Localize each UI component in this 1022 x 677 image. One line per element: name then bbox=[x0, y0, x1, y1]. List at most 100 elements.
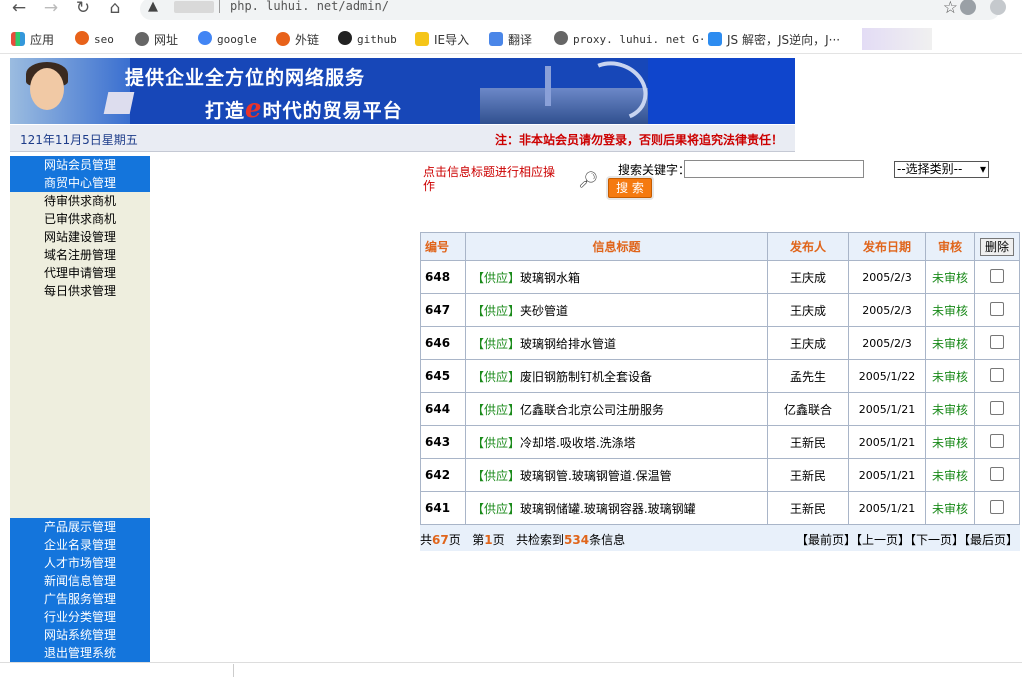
banner-tower bbox=[545, 66, 551, 106]
bookmark-js-decrypt[interactable]: JS 解密，JS逆向，J··· bbox=[708, 31, 840, 48]
bookmark-google[interactable]: google bbox=[198, 31, 257, 46]
sidebar-item-system[interactable]: 网站系统管理 bbox=[10, 626, 150, 644]
row-title[interactable]: 玻璃钢水箱 bbox=[520, 271, 580, 285]
row-status[interactable]: 未审核 bbox=[925, 491, 975, 525]
row-select bbox=[974, 458, 1020, 492]
globe-icon bbox=[554, 31, 568, 45]
globe-icon bbox=[135, 32, 149, 46]
sidebar-item-pending-supply[interactable]: 待审供求商机 bbox=[10, 192, 150, 210]
sidebar-item-news[interactable]: 新闻信息管理 bbox=[10, 572, 150, 590]
sidebar-item-categories[interactable]: 行业分类管理 bbox=[10, 608, 150, 626]
search-button[interactable]: 搜 索 bbox=[608, 178, 652, 198]
row-id: 645 bbox=[420, 359, 466, 393]
bookmark-backlinks[interactable]: 外链 bbox=[276, 31, 319, 48]
row-status[interactable]: 未审核 bbox=[925, 458, 975, 492]
address-bar[interactable]: ▲ php. luhui. net/admin/ bbox=[140, 0, 1000, 20]
backlinks-icon bbox=[276, 32, 290, 46]
row-checkbox[interactable] bbox=[990, 433, 1004, 448]
table-row: 646 【供应】玻璃钢给排水管道 王庆成 2005/2/3 未审核 bbox=[420, 326, 1020, 360]
back-icon[interactable]: ← bbox=[8, 0, 30, 18]
row-select bbox=[974, 392, 1020, 426]
sidebar-item-daily-supply[interactable]: 每日供求管理 bbox=[10, 282, 150, 300]
status-divider bbox=[0, 662, 1022, 663]
row-checkbox[interactable] bbox=[990, 301, 1004, 316]
row-title[interactable]: 夹砂管道 bbox=[520, 304, 568, 318]
bookmark-apps[interactable]: 应用 bbox=[11, 31, 54, 48]
row-id: 647 bbox=[420, 293, 466, 327]
row-title[interactable]: 玻璃钢给排水管道 bbox=[520, 337, 616, 351]
row-status[interactable]: 未审核 bbox=[925, 260, 975, 294]
row-title[interactable]: 玻璃钢管.玻璃钢管道.保温管 bbox=[520, 469, 672, 483]
row-title-link[interactable]: 【供应】冷却塔.吸收塔.洗涤塔 bbox=[465, 425, 768, 459]
divider bbox=[219, 0, 220, 13]
bookmark-proxy[interactable]: proxy. luhui. net G··· bbox=[554, 31, 719, 46]
bookmark-seo[interactable]: seo bbox=[75, 31, 114, 46]
row-status[interactable]: 未审核 bbox=[925, 425, 975, 459]
last-page-link[interactable]: 【最后页】 bbox=[964, 533, 1018, 547]
row-title[interactable]: 亿鑫联合北京公司注册服务 bbox=[520, 403, 664, 417]
search-input[interactable] bbox=[684, 160, 864, 178]
row-checkbox[interactable] bbox=[990, 400, 1004, 415]
reload-icon[interactable]: ↻ bbox=[72, 0, 94, 18]
bookmark-github[interactable]: github bbox=[338, 31, 397, 46]
row-title[interactable]: 废旧钢筋制钉机全套设备 bbox=[520, 370, 652, 384]
row-id: 641 bbox=[420, 491, 466, 525]
bookmark-ie-import[interactable]: IE导入 bbox=[415, 31, 469, 48]
row-checkbox[interactable] bbox=[990, 367, 1004, 382]
row-status[interactable]: 未审核 bbox=[925, 359, 975, 393]
row-title-link[interactable]: 【供应】玻璃钢给排水管道 bbox=[465, 326, 768, 360]
prev-page-link[interactable]: 【上一页】 bbox=[856, 533, 910, 547]
row-publisher: 王新民 bbox=[767, 491, 849, 525]
row-title[interactable]: 玻璃钢储罐.玻璃钢容器.玻璃钢罐 bbox=[520, 502, 696, 516]
forward-icon[interactable]: → bbox=[40, 0, 62, 18]
info-table: 编号 信息标题 发布人 发布日期 审核 删除 648 【供应】玻璃钢水箱 王庆成… bbox=[420, 232, 1020, 525]
sidebar-item-product-showcase[interactable]: 产品展示管理 bbox=[10, 518, 150, 536]
col-status: 审核 bbox=[925, 232, 975, 261]
sidebar-item-trade-center[interactable]: 商贸中心管理 bbox=[10, 174, 150, 192]
col-publisher: 发布人 bbox=[767, 232, 849, 261]
row-title-link[interactable]: 【供应】夹砂管道 bbox=[465, 293, 768, 327]
home-icon[interactable]: ⌂ bbox=[104, 0, 126, 18]
row-checkbox[interactable] bbox=[990, 499, 1004, 514]
sidebar-item-agent-apply[interactable]: 代理申请管理 bbox=[10, 264, 150, 282]
sidebar-item-logout[interactable]: 退出管理系统 bbox=[10, 644, 150, 662]
row-date: 2005/1/21 bbox=[848, 491, 926, 525]
sidebar-item-company-directory[interactable]: 企业名录管理 bbox=[10, 536, 150, 554]
row-title[interactable]: 冷却塔.吸收塔.洗涤塔 bbox=[520, 436, 636, 450]
first-page-link[interactable]: 【最前页】 bbox=[796, 533, 856, 547]
shield-icon[interactable] bbox=[990, 0, 1006, 15]
category-select[interactable]: --选择类别-- ▾ bbox=[894, 161, 989, 178]
row-checkbox[interactable] bbox=[990, 334, 1004, 349]
sidebar-item-domain-reg[interactable]: 域名注册管理 bbox=[10, 246, 150, 264]
current-date: 121年11月5日星期五 bbox=[20, 133, 138, 147]
row-checkbox[interactable] bbox=[990, 466, 1004, 481]
row-title-link[interactable]: 【供应】玻璃钢储罐.玻璃钢容器.玻璃钢罐 bbox=[465, 491, 768, 525]
star-icon[interactable]: ☆ bbox=[943, 0, 958, 18]
chevron-down-icon: ▾ bbox=[979, 162, 986, 176]
row-checkbox[interactable] bbox=[990, 268, 1004, 283]
sidebar-item-talent-market[interactable]: 人才市场管理 bbox=[10, 554, 150, 572]
delete-button[interactable]: 删除 bbox=[979, 237, 1014, 256]
sidebar-item-approved-supply[interactable]: 已审供求商机 bbox=[10, 210, 150, 228]
row-title-link[interactable]: 【供应】亿鑫联合北京公司注册服务 bbox=[465, 392, 768, 426]
sidebar-item-member-mgmt[interactable]: 网站会员管理 bbox=[10, 156, 150, 174]
banner-slogan-2: 打造e时代的贸易平台 bbox=[205, 94, 403, 124]
row-date: 2005/2/3 bbox=[848, 260, 926, 294]
not-secure-icon[interactable]: ▲ bbox=[148, 0, 158, 14]
sidebar-item-site-build[interactable]: 网站建设管理 bbox=[10, 228, 150, 246]
row-title-link[interactable]: 【供应】废旧钢筋制钉机全套设备 bbox=[465, 359, 768, 393]
github-icon bbox=[338, 31, 352, 45]
sidebar-item-ads[interactable]: 广告服务管理 bbox=[10, 590, 150, 608]
row-title-link[interactable]: 【供应】玻璃钢水箱 bbox=[465, 260, 768, 294]
row-title-link[interactable]: 【供应】玻璃钢管.玻璃钢管道.保温管 bbox=[465, 458, 768, 492]
translate-icon bbox=[489, 32, 503, 46]
row-status[interactable]: 未审核 bbox=[925, 326, 975, 360]
bookmark-urls[interactable]: 网址 bbox=[135, 31, 178, 48]
bookmarks-bar: 应用 seo 网址 google 外链 github IE导入 翻译 proxy… bbox=[0, 25, 1022, 54]
table-row: 641 【供应】玻璃钢储罐.玻璃钢容器.玻璃钢罐 王新民 2005/1/21 未… bbox=[420, 491, 1020, 525]
bookmark-translate[interactable]: 翻译 bbox=[489, 31, 532, 48]
result-count: 534 bbox=[564, 533, 590, 547]
row-status[interactable]: 未审核 bbox=[925, 392, 975, 426]
row-status[interactable]: 未审核 bbox=[925, 293, 975, 327]
next-page-link[interactable]: 【下一页】 bbox=[910, 533, 964, 547]
